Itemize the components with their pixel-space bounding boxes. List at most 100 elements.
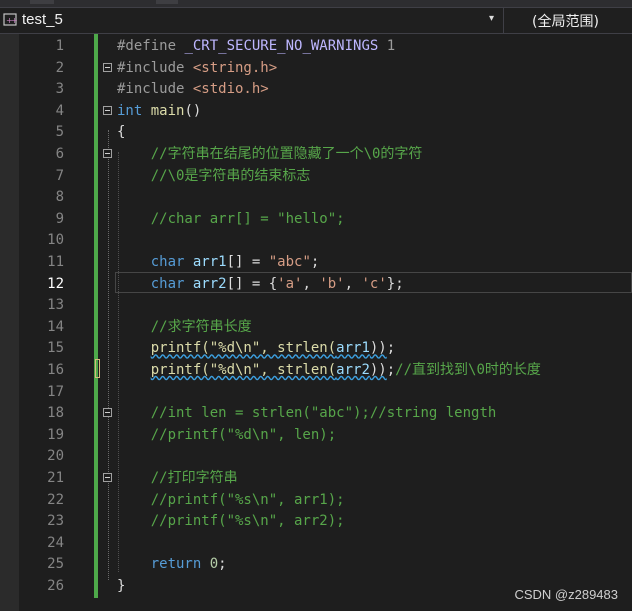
navigation-bar: + + test_5 ▾ (全局范围) (0, 8, 632, 34)
code-line[interactable]: 12 char arr2[] = {'a', 'b', 'c'}; (0, 274, 632, 296)
project-name: test_5 (22, 11, 63, 28)
line-number: 11 (47, 254, 64, 270)
project-dropdown[interactable]: + + test_5 ▾ (0, 8, 504, 33)
code-text: int main() (117, 101, 201, 123)
code-line[interactable]: 20 (0, 446, 632, 468)
code-token: ; (386, 362, 396, 378)
code-text: #include <string.h> (117, 58, 277, 80)
code-line[interactable]: 8 (0, 187, 632, 209)
line-number: 16 (47, 362, 64, 378)
line-number: 14 (47, 318, 64, 335)
code-token: arr1 (336, 340, 370, 357)
code-token: () (184, 102, 202, 119)
chevron-down-icon[interactable]: ▾ (489, 13, 494, 24)
code-text: //字符串在结尾的位置隐藏了一个\0的字符 (117, 144, 423, 166)
code-token: )) (369, 362, 387, 378)
code-token: 'c' (361, 275, 387, 292)
code-line[interactable]: 25 return 0; (0, 554, 632, 576)
cpp-project-icon: + + (3, 13, 18, 26)
code-text: //printf("%s\n", arr2); (117, 511, 345, 533)
code-text: //printf("%d\n", len); (117, 425, 336, 447)
code-line[interactable]: 10 (0, 230, 632, 252)
code-text: char arr2[] = {'a', 'b', 'c'}; (117, 274, 404, 296)
line-number: 5 (55, 124, 64, 141)
fold-toggle-icon[interactable] (103, 408, 112, 418)
code-token: <string.h> (192, 59, 278, 76)
code-token: printf("%d\n", strlen( (150, 362, 337, 378)
code-line[interactable]: 17 (0, 382, 632, 404)
code-token: <stdio.h> (192, 81, 269, 98)
code-token: return (150, 556, 202, 573)
watermark: CSDN @z289483 (514, 587, 618, 602)
line-number: 15 (47, 340, 64, 357)
code-line[interactable]: 18 //int len = strlen("abc");//string le… (0, 403, 632, 425)
code-line[interactable]: 21 //打印字符串 (0, 468, 632, 490)
line-number: 17 (47, 383, 64, 400)
code-token: //求字符串长度 (150, 318, 252, 335)
code-text: //char arr[] = "hello"; (117, 209, 345, 231)
fold-toggle-icon[interactable] (103, 105, 112, 115)
line-number: 25 (47, 556, 64, 573)
code-token: #include (117, 59, 193, 76)
code-line[interactable]: 1 #define _CRT_SECURE_NO_WARNINGS 1 (0, 36, 632, 58)
code-line[interactable]: 7 //\0是字符串的结束标志 (0, 166, 632, 188)
code-line[interactable]: 14 //求字符串长度 (0, 317, 632, 339)
code-editor[interactable]: 1 #define _CRT_SECURE_NO_WARNINGS 1 2 #incl… (0, 34, 632, 611)
code-line[interactable]: 9 //char arr[] = "hello"; (0, 209, 632, 231)
code-token: //int len = strlen("abc");//string lengt… (150, 405, 497, 422)
code-line[interactable]: 22 //printf("%s\n", arr1); (0, 490, 632, 512)
code-text: #include <stdio.h> (117, 79, 269, 101)
code-line[interactable]: 16 printf("%d\n", strlen(arr2));//直到找到\0… (0, 360, 632, 382)
code-line[interactable]: 6 //字符串在结尾的位置隐藏了一个\0的字符 (0, 144, 632, 166)
code-token: 0 (209, 556, 219, 573)
line-number: 1 (55, 38, 64, 54)
fold-toggle-icon[interactable] (103, 62, 112, 72)
fold-toggle-icon[interactable] (103, 473, 112, 482)
code-token: ; (310, 254, 320, 270)
code-token: //printf("%s\n", arr1); (150, 491, 345, 508)
code-token: arr2 (192, 275, 227, 292)
code-line[interactable]: 11 char arr1[] = "abc"; (0, 252, 632, 274)
scope-dropdown[interactable]: (全局范围) (504, 8, 632, 33)
code-text: //\0是字符串的结束标志 (117, 166, 311, 188)
code-token: 'a' (277, 275, 303, 292)
code-line[interactable]: 4 int main() (0, 101, 632, 123)
tab-fragment[interactable] (30, 0, 54, 4)
line-number: 6 (55, 146, 64, 162)
code-token: printf("%d\n", strlen( (150, 340, 337, 357)
line-number: 2 (55, 59, 64, 76)
code-line[interactable]: 13 (0, 295, 632, 317)
code-line[interactable]: 5{ (0, 122, 632, 144)
code-token: 'b' (319, 275, 345, 292)
code-line[interactable]: 19 //printf("%d\n", len); (0, 425, 632, 447)
code-line[interactable]: 15 printf("%d\n", strlen(arr1)); (0, 338, 632, 360)
code-token: , (344, 275, 362, 292)
code-line[interactable]: 3 #include <stdio.h> (0, 79, 632, 101)
code-text: } (117, 576, 125, 598)
code-text: printf("%d\n", strlen(arr2));//直到找到\0时的长… (117, 360, 541, 382)
code-text: //打印字符串 (117, 468, 238, 490)
svg-text:+: + (11, 16, 18, 25)
code-line[interactable]: 23 //printf("%s\n", arr2); (0, 511, 632, 533)
window-top-strip (0, 0, 632, 8)
fold-toggle-icon[interactable] (103, 149, 112, 158)
code-token: }; (386, 275, 404, 292)
code-line[interactable]: 24 (0, 533, 632, 555)
line-number: 12 (47, 275, 64, 292)
line-number: 23 (47, 513, 64, 530)
line-number: 4 (55, 102, 64, 119)
line-number: 18 (47, 405, 64, 422)
code-line[interactable]: 2 #include <string.h> (0, 58, 632, 80)
tab-fragment[interactable] (156, 0, 178, 4)
